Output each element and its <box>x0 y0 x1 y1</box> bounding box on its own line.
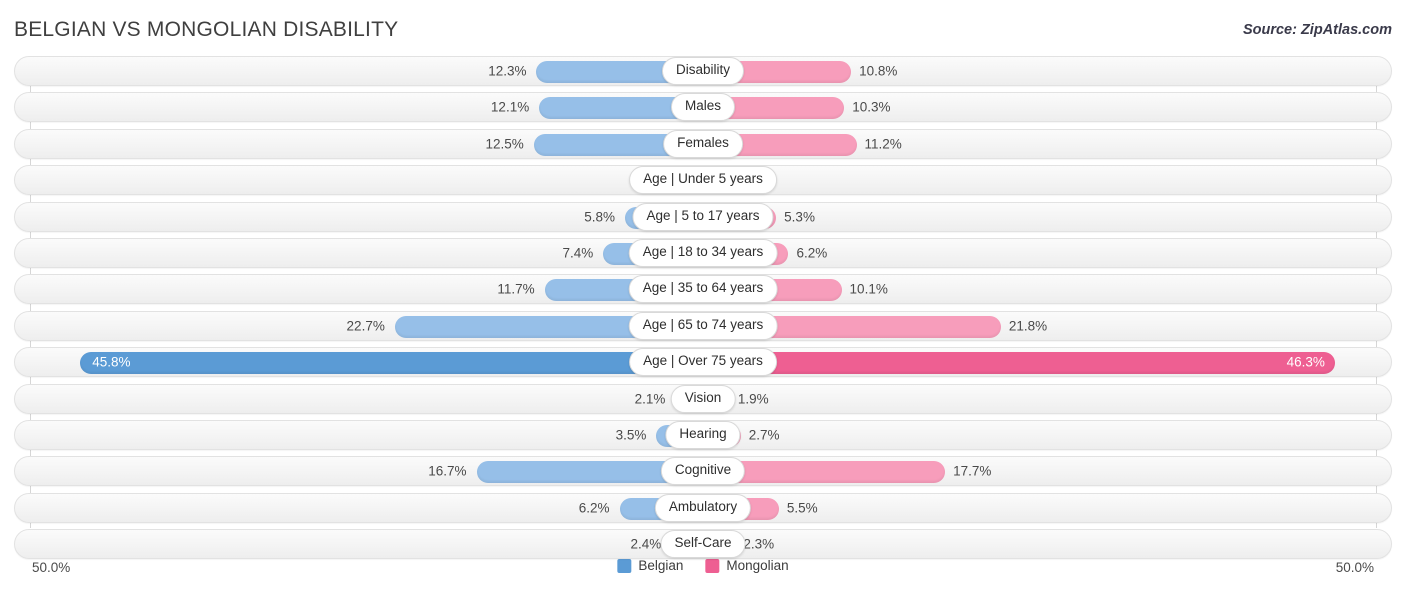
table-row[interactable]: 22.7% 21.8% Age | 65 to 74 years <box>14 310 1392 341</box>
value-label-mongolian: 10.1% <box>849 281 888 297</box>
value-label-belgian: 16.7% <box>428 463 467 479</box>
value-label-mongolian: 6.2% <box>796 245 828 261</box>
category-label: Males <box>670 93 736 122</box>
table-row[interactable]: 6.2% 5.5% Ambulatory <box>14 492 1392 523</box>
legend-label: Belgian <box>638 558 684 573</box>
chart-legend: Belgian Mongolian <box>617 558 789 573</box>
value-label-belgian: 3.5% <box>615 427 647 443</box>
value-label-mongolian: 2.7% <box>748 427 780 443</box>
value-label-belgian: 2.1% <box>634 391 666 407</box>
bar-rows-container: 12.3% 10.8% Disability 12.1% 10.3% Males 12.5%… <box>14 56 1392 560</box>
table-row[interactable]: 1.4%1.1%Age | Under 5 years <box>14 165 1392 196</box>
category-label: Females <box>663 129 743 158</box>
legend-item-belgian[interactable]: Belgian <box>617 558 683 573</box>
value-label-belgian: 6.2% <box>578 500 610 516</box>
value-label-mongolian: 46.3% <box>1286 354 1325 370</box>
value-label-mongolian: 5.5% <box>786 500 818 516</box>
value-label-mongolian: 5.3% <box>784 209 815 225</box>
value-label-belgian: 2.4% <box>630 536 662 552</box>
category-label: Cognitive <box>660 457 746 486</box>
page-title: BELGIAN VS MONGOLIAN DISABILITY <box>14 18 399 41</box>
value-label-mongolian: 1.9% <box>737 391 769 407</box>
table-row[interactable]: 2.1% 1.9% Vision <box>14 383 1392 414</box>
value-label-mongolian: 2.3% <box>743 536 775 552</box>
table-row[interactable]: 12.5% 11.2% Females <box>14 128 1392 159</box>
axis-label-left: 50.0% <box>32 560 71 575</box>
table-row[interactable]: 12.1% 10.3% Males <box>14 92 1392 123</box>
category-label: Disability <box>661 57 745 85</box>
chart-plot-area: 12.3% 10.8% Disability 12.1% 10.3% Males 12.5%… <box>14 56 1392 560</box>
category-label: Self-Care <box>660 530 746 559</box>
category-label: Age | 35 to 64 years <box>628 275 778 304</box>
table-row[interactable]: 11.7% 10.1% Age | 35 to 64 years <box>14 274 1392 305</box>
value-label-mongolian: 10.8% <box>859 63 898 79</box>
legend-swatch-icon <box>705 558 720 573</box>
table-row[interactable]: 7.4% 6.2% Age | 18 to 34 years <box>14 237 1392 268</box>
value-label-mongolian: 10.3% <box>852 99 891 115</box>
category-label: Age | Over 75 years <box>629 348 777 377</box>
bar-mongolian <box>704 352 1335 375</box>
category-label: Age | 18 to 34 years <box>628 238 778 267</box>
value-label-mongolian: 11.2% <box>864 136 902 152</box>
table-row[interactable]: 3.5% 2.7% Hearing <box>14 419 1392 450</box>
category-label: Age | 65 to 74 years <box>628 311 778 340</box>
legend-item-mongolian[interactable]: Mongolian <box>705 558 789 573</box>
category-label: Hearing <box>665 420 741 449</box>
chart-header: BELGIAN VS MONGOLIAN DISABILITY Source: … <box>0 0 1406 56</box>
table-row[interactable]: 2.4% 2.3% Self-Care <box>14 529 1392 560</box>
value-label-belgian: 45.8% <box>92 354 131 370</box>
value-label-mongolian: 17.7% <box>953 463 992 479</box>
value-label-belgian: 12.1% <box>490 99 530 115</box>
category-label: Ambulatory <box>654 493 752 522</box>
bar-belgian <box>80 352 704 375</box>
table-row[interactable]: 12.3% 10.8% Disability <box>14 56 1392 86</box>
value-label-mongolian: 21.8% <box>1008 318 1048 334</box>
table-row[interactable]: 5.8% 5.3% Age | 5 to 17 years <box>14 201 1392 232</box>
category-label: Age | 5 to 17 years <box>632 202 774 231</box>
source-attribution: Source: ZipAtlas.com <box>1242 22 1392 38</box>
value-label-belgian: 7.4% <box>562 245 594 261</box>
value-label-belgian: 11.7% <box>497 281 535 297</box>
chart-footer: 50.0% Belgian Mongolian 50.0% <box>14 556 1392 586</box>
value-label-belgian: 12.5% <box>485 136 524 152</box>
axis-label-right: 50.0% <box>1335 560 1374 575</box>
table-row[interactable]: 45.8% 46.3% Age | Over 75 years <box>14 347 1392 378</box>
category-label: Vision <box>670 384 736 413</box>
legend-label: Mongolian <box>726 558 789 573</box>
category-label: Age | Under 5 years <box>629 166 777 195</box>
value-label-belgian: 5.8% <box>584 209 616 225</box>
value-label-belgian: 12.3% <box>488 63 527 79</box>
value-label-belgian: 22.7% <box>346 318 385 334</box>
legend-swatch-icon <box>617 558 632 573</box>
table-row[interactable]: 16.7% 17.7% Cognitive <box>14 456 1392 487</box>
